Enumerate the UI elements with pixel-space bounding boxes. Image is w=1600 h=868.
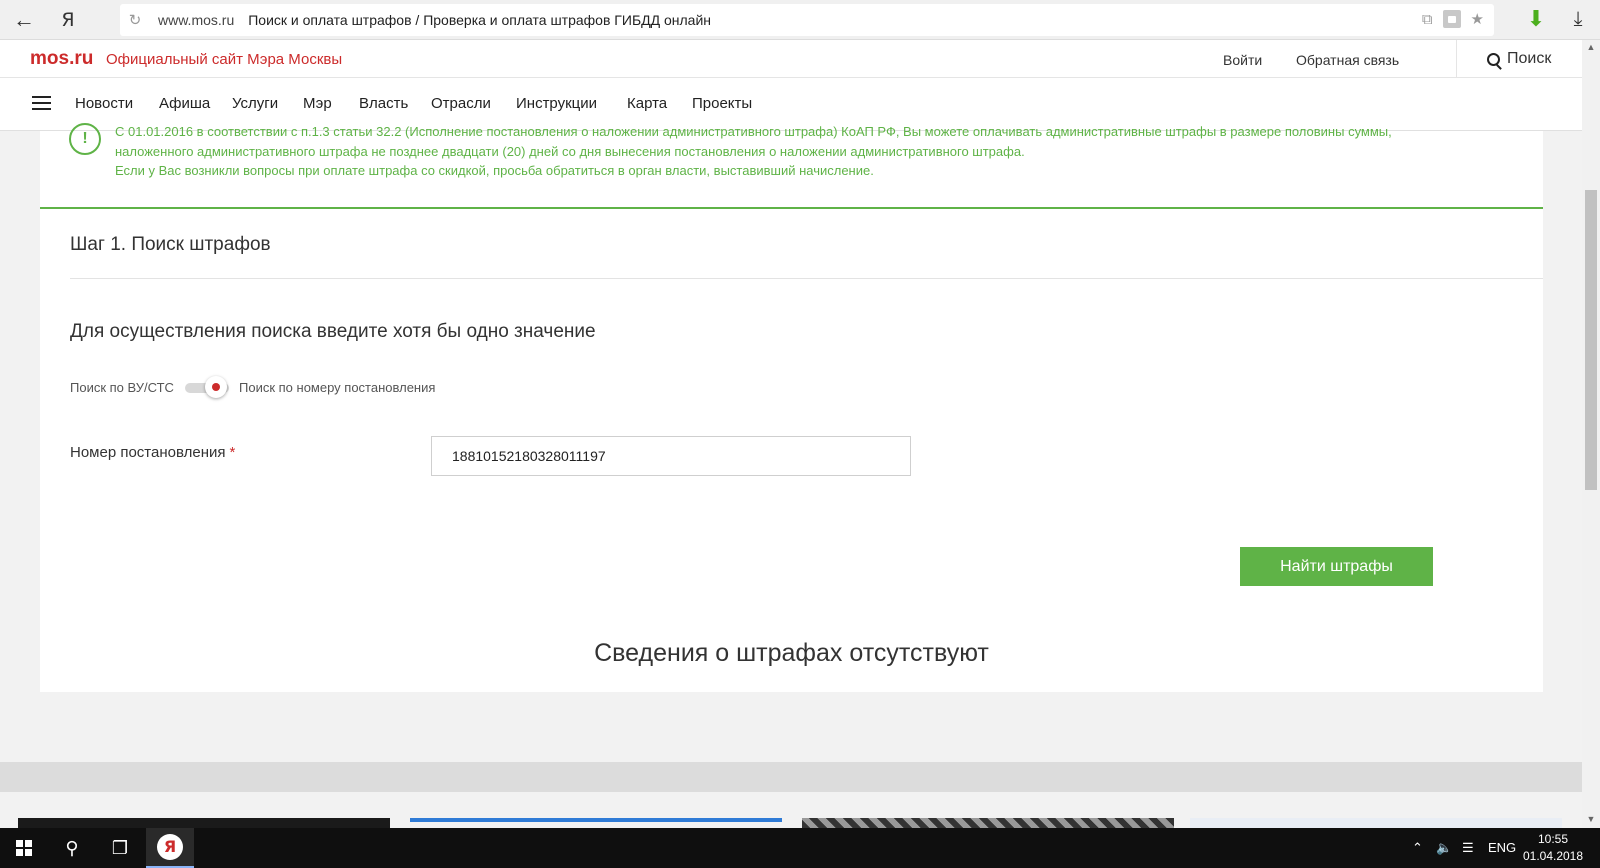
- resolution-number-label: Номер постановления *: [70, 444, 235, 461]
- nav-item-mayor[interactable]: Мэр: [303, 95, 332, 112]
- tray-chevron-icon[interactable]: ⌃: [1412, 840, 1423, 856]
- site-slogan: Официальный сайт Мэра Москвы: [106, 51, 343, 68]
- lock-icon[interactable]: [1442, 10, 1461, 28]
- menu-icon[interactable]: [32, 96, 51, 111]
- task-view-icon[interactable]: ❐: [96, 828, 144, 868]
- preview-card-1[interactable]: [18, 818, 390, 828]
- nav-item-map[interactable]: Карта: [627, 95, 667, 112]
- notice-line-1: С 01.01.2016 в соответствии с п.1.3 стат…: [115, 124, 1392, 139]
- url-domain: www.mos.ru: [158, 12, 235, 28]
- nav-item-industries[interactable]: Отрасли: [431, 95, 491, 112]
- site-header: mos.ru Официальный сайт Мэра Москвы Войт…: [0, 40, 1582, 78]
- windows-logo-icon: [16, 840, 32, 856]
- windows-taskbar: ⚲ ❐ Я ⌃ 🔈 ☰ ENG 10:55 01.04.2018: [0, 828, 1600, 868]
- nav-item-projects[interactable]: Проекты: [692, 95, 752, 112]
- scroll-down-icon[interactable]: ▼: [1582, 814, 1600, 824]
- bookmark-star-icon[interactable]: ★: [1471, 10, 1484, 28]
- search-label: Поиск: [1507, 50, 1552, 67]
- reload-icon[interactable]: ↻: [120, 11, 150, 29]
- info-icon: !: [69, 123, 101, 155]
- start-button[interactable]: [0, 828, 48, 868]
- scroll-thumb[interactable]: [1585, 190, 1597, 490]
- yandex-home-button[interactable]: Я: [48, 0, 88, 40]
- toggle-knob[interactable]: [205, 376, 227, 398]
- yandex-browser-icon: Я: [157, 834, 183, 860]
- clock[interactable]: 10:55 01.04.2018: [1518, 831, 1588, 865]
- preview-card-3[interactable]: [802, 818, 1174, 828]
- step-title: Шаг 1. Поиск штрафов: [70, 234, 271, 255]
- nav-item-news[interactable]: Новости: [75, 95, 133, 112]
- notice-line-3: Если у Вас возникли вопросы при оплате ш…: [115, 163, 874, 178]
- required-star: *: [229, 444, 236, 461]
- notification-icon[interactable]: ☰: [1462, 840, 1474, 856]
- nav-item-afisha[interactable]: Афиша: [159, 95, 210, 112]
- search-button[interactable]: Поиск: [1456, 40, 1582, 78]
- site-logo[interactable]: mos.ru: [30, 48, 93, 70]
- resolution-number-label-text: Номер постановления: [70, 444, 226, 461]
- back-arrow-icon[interactable]: ←: [0, 0, 48, 40]
- step-divider: [70, 278, 1543, 279]
- downloads-icon[interactable]: ⤓: [1566, 8, 1590, 32]
- nav-item-services[interactable]: Услуги: [232, 95, 278, 112]
- discount-notice: ! С 01.01.2016 в соответствии с п.1.3 ст…: [40, 123, 1543, 209]
- no-fines-message: Сведения о штрафах отсутствуют: [594, 639, 989, 667]
- language-indicator[interactable]: ENG: [1488, 840, 1516, 855]
- clock-date: 01.04.2018: [1522, 849, 1584, 863]
- find-fines-button[interactable]: Найти штрафы: [1240, 547, 1433, 586]
- scroll-up-icon[interactable]: ▲: [1582, 42, 1600, 52]
- footer-band: [0, 762, 1582, 792]
- nav-item-instructions[interactable]: Инструкции: [516, 95, 597, 112]
- toggle-label-resolution[interactable]: Поиск по номеру постановления: [239, 380, 435, 395]
- toggle-label-license[interactable]: Поиск по ВУ/СТС: [70, 380, 174, 395]
- fines-search-card: ! С 01.01.2016 в соответствии с п.1.3 ст…: [40, 123, 1543, 692]
- address-bar[interactable]: ↻ www.mos.ru Поиск и оплата штрафов / Пр…: [120, 4, 1494, 36]
- preview-card-4[interactable]: [1190, 818, 1562, 828]
- login-link[interactable]: Войти: [1223, 52, 1262, 68]
- page-title: Поиск и оплата штрафов / Проверка и опла…: [248, 12, 712, 28]
- preview-card-2[interactable]: [410, 818, 782, 822]
- search-prompt: Для осуществления поиска введите хотя бы…: [70, 321, 596, 342]
- page-scrollbar[interactable]: ▲ ▼: [1582, 40, 1600, 828]
- search-icon: [1487, 52, 1500, 66]
- extension-download-icon[interactable]: ⬇: [1524, 8, 1548, 32]
- notice-line-2: наложенного административного штрафа не …: [115, 144, 1025, 159]
- reader-mode-icon[interactable]: ⧉: [1422, 11, 1433, 28]
- search-taskbar-icon[interactable]: ⚲: [48, 828, 96, 868]
- nav-item-authority[interactable]: Власть: [359, 95, 408, 112]
- resolution-number-input[interactable]: [431, 436, 911, 476]
- browser-toolbar: ← Я ↻ www.mos.ru Поиск и оплата штрафов …: [0, 0, 1600, 40]
- yandex-browser-task[interactable]: Я: [146, 828, 194, 868]
- volume-icon[interactable]: 🔈: [1436, 840, 1452, 856]
- feedback-link[interactable]: Обратная связь: [1296, 52, 1399, 68]
- clock-time: 10:55: [1537, 832, 1569, 846]
